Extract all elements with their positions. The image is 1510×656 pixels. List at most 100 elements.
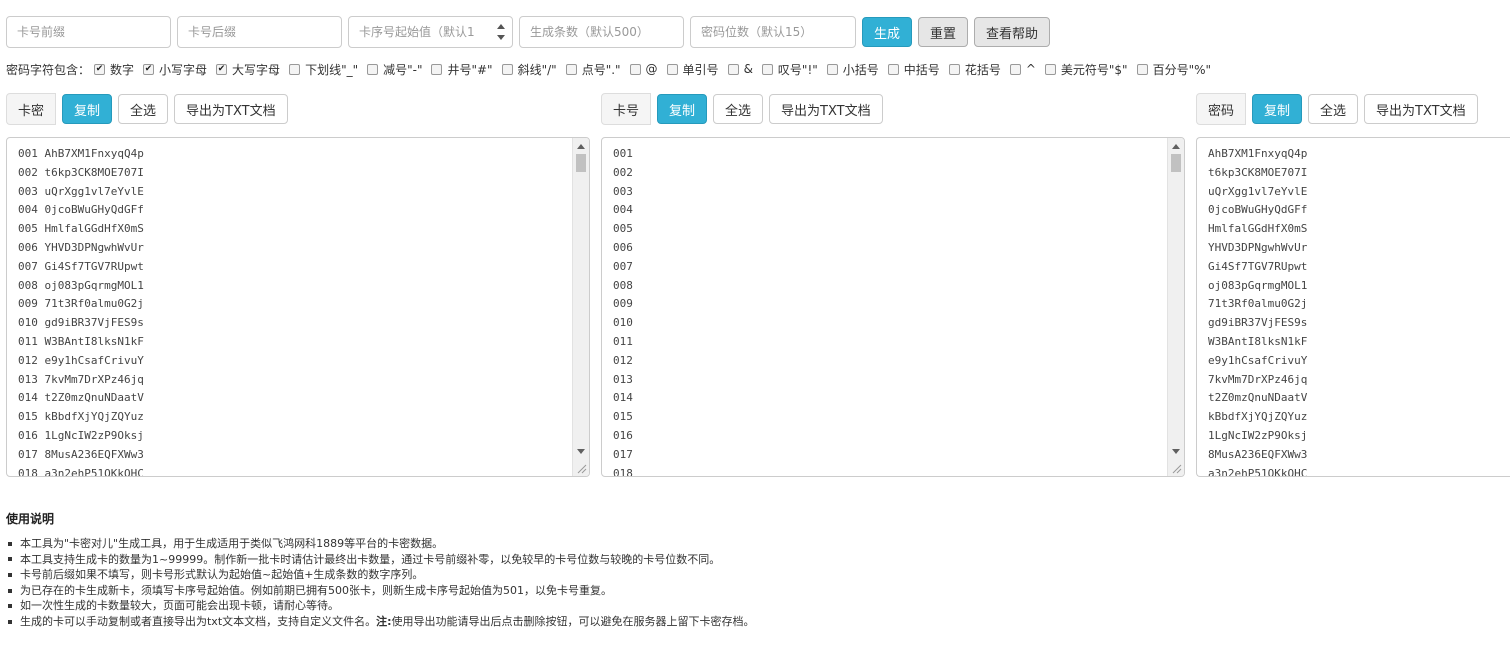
charset-option[interactable]: 叹号"!" <box>761 61 818 78</box>
pwd-copy-button[interactable]: 复制 <box>1252 94 1303 124</box>
line: t6kp3CK8MOE707I <box>1208 165 1308 179</box>
checkbox-icon[interactable] <box>1044 63 1056 75</box>
checkbox-icon[interactable] <box>727 63 739 75</box>
cardno-select-all-button[interactable]: 全选 <box>713 94 764 124</box>
line: 015 kBbdfXjYQjZQYuz <box>18 410 144 424</box>
cardpwd-copy-button[interactable]: 复制 <box>62 94 113 124</box>
usage-item-text: 如一次性生成的卡数量较大，页面可能会出现卡顿，请耐心等待。 <box>20 599 339 613</box>
cardno-label: 卡号 <box>601 93 652 125</box>
cardpwd-label: 卡密 <box>6 93 57 125</box>
bullet-icon <box>8 619 12 624</box>
checkbox-icon[interactable] <box>1009 63 1021 75</box>
scroll-up-icon[interactable] <box>577 144 585 149</box>
line: 002 <box>613 165 633 179</box>
line: 012 e9y1hCsafCrivuY <box>18 353 144 367</box>
checkbox-checked-icon[interactable]: ✔ <box>94 63 106 75</box>
resize-grip-icon[interactable] <box>1171 463 1182 474</box>
cardno-export-button[interactable]: 导出为TXT文档 <box>769 94 883 124</box>
password-length-input[interactable] <box>690 16 856 48</box>
line: 010 <box>613 316 633 330</box>
charset-option[interactable]: ✔ 数字 <box>94 61 134 78</box>
charset-option[interactable]: 点号"." <box>565 61 621 78</box>
charset-option[interactable]: & <box>727 62 753 76</box>
start-value-input[interactable] <box>348 16 513 48</box>
charset-option[interactable]: ^ <box>1009 62 1036 76</box>
checkbox-icon[interactable] <box>289 63 301 75</box>
line: W3BAntI8lksN1kF <box>1208 334 1308 348</box>
charset-option[interactable]: 美元符号"$" <box>1044 61 1128 78</box>
line: 010 gd9iBR37VjFES9s <box>18 316 144 330</box>
scroll-thumb[interactable] <box>1171 154 1181 172</box>
checkbox-icon[interactable] <box>948 63 960 75</box>
cardpwd-textarea[interactable]: 001 AhB7XM1FnxyqQ4p 002 t6kp3CK8MOE707I 00… <box>6 137 590 477</box>
line: HmlfalGGdHfX0mS <box>1208 222 1308 236</box>
checkbox-checked-icon[interactable]: ✔ <box>216 63 228 75</box>
bullet-icon <box>8 572 12 577</box>
checkbox-icon[interactable] <box>565 63 577 75</box>
checkbox-icon[interactable] <box>761 63 773 75</box>
card-prefix-input[interactable] <box>6 16 171 48</box>
cardno-textarea[interactable]: 001 002 003 004 005 006 007 008 009 010 011 012 013 0… <box>601 137 1185 477</box>
cardpwd-export-button[interactable]: 导出为TXT文档 <box>174 94 288 124</box>
checkbox-icon[interactable] <box>501 63 513 75</box>
line: 004 0jcoBWuGHyQdGFf <box>18 203 144 217</box>
pwd-export-button[interactable]: 导出为TXT文档 <box>1364 94 1478 124</box>
checkbox-icon[interactable] <box>1136 63 1148 75</box>
usage-note-text: 使用导出功能请导出后点击删除按钮，可以避免在服务器上留下卡密存档。 <box>391 614 755 628</box>
charset-option[interactable]: 花括号 <box>948 61 1001 78</box>
charset-option[interactable]: 小括号 <box>826 61 879 78</box>
scroll-thumb[interactable] <box>576 154 586 172</box>
count-input[interactable] <box>519 16 684 48</box>
line: 001 AhB7XM1FnxyqQ4p <box>18 147 144 160</box>
start-value-stepper[interactable] <box>348 16 513 48</box>
checkbox-icon[interactable] <box>629 63 641 75</box>
line: 003 <box>613 184 633 198</box>
reset-button[interactable]: 重置 <box>918 17 969 47</box>
line: uQrXgg1vl7eYvlE <box>1208 184 1308 198</box>
charset-option-label: & <box>743 62 753 76</box>
help-button[interactable]: 查看帮助 <box>974 17 1051 47</box>
line: t2Z0mzQnuNDaatV <box>1208 391 1308 405</box>
bullet-icon <box>8 541 12 546</box>
line: 007 Gi4Sf7TGV7RUpwt <box>18 259 144 273</box>
line: 002 t6kp3CK8MOE707I <box>18 165 144 179</box>
usage-item-text: 本工具支持生成卡的数量为1~99999。制作新一批卡时请估计最终出卡数量，通过卡… <box>20 552 721 566</box>
charset-option[interactable]: ✔ 小写字母 <box>143 61 207 78</box>
charset-option[interactable]: 下划线"_" <box>289 61 358 78</box>
line: 006 YHVD3DPNgwhWvUr <box>18 240 144 254</box>
charset-option-label: 叹号"!" <box>777 62 818 77</box>
checkbox-icon[interactable] <box>367 63 379 75</box>
charset-option[interactable]: 百分号"%" <box>1136 61 1211 78</box>
resize-grip-icon[interactable] <box>576 463 587 474</box>
line: 013 7kvMm7DrXPz46jq <box>18 372 144 386</box>
usage-instructions: 使用说明 本工具为"卡密对儿"生成工具，用于生成适用于类似飞鸿网科1889等平台… <box>6 510 1006 630</box>
pwd-textarea[interactable]: AhB7XM1FnxyqQ4p t6kp3CK8MOE707I uQrXgg1vl7… <box>1196 137 1510 477</box>
scroll-up-icon[interactable] <box>1172 144 1180 149</box>
charset-option[interactable]: 单引号 <box>666 61 719 78</box>
pwd-select-all-button[interactable]: 全选 <box>1308 94 1359 124</box>
checkbox-icon[interactable] <box>887 63 899 75</box>
line: 0jcoBWuGHyQdGFf <box>1208 203 1308 217</box>
charset-option[interactable]: 斜线"/" <box>501 61 557 78</box>
card-suffix-input[interactable] <box>177 16 342 48</box>
checkbox-checked-icon[interactable]: ✔ <box>143 63 155 75</box>
scrollbar[interactable] <box>572 138 589 476</box>
cardpwd-select-all-button[interactable]: 全选 <box>118 94 169 124</box>
charset-option-label: 单引号 <box>682 62 719 77</box>
charset-title: 密码字符包含： <box>6 62 91 77</box>
cardno-copy-button[interactable]: 复制 <box>657 94 708 124</box>
scroll-down-icon[interactable] <box>1172 449 1180 454</box>
checkbox-icon[interactable] <box>826 63 838 75</box>
checkbox-icon[interactable] <box>666 63 678 75</box>
line: AhB7XM1FnxyqQ4p <box>1208 147 1308 160</box>
spin-arrows-icon[interactable] <box>497 24 507 40</box>
charset-option[interactable]: @ <box>629 62 658 76</box>
charset-option[interactable]: ✔ 大写字母 <box>216 61 280 78</box>
charset-option[interactable]: 减号"-" <box>367 61 422 78</box>
scroll-down-icon[interactable] <box>577 449 585 454</box>
scrollbar[interactable] <box>1167 138 1184 476</box>
charset-option[interactable]: 井号"#" <box>431 61 493 78</box>
checkbox-icon[interactable] <box>431 63 443 75</box>
charset-option[interactable]: 中括号 <box>887 61 940 78</box>
generate-button[interactable]: 生成 <box>862 17 913 47</box>
